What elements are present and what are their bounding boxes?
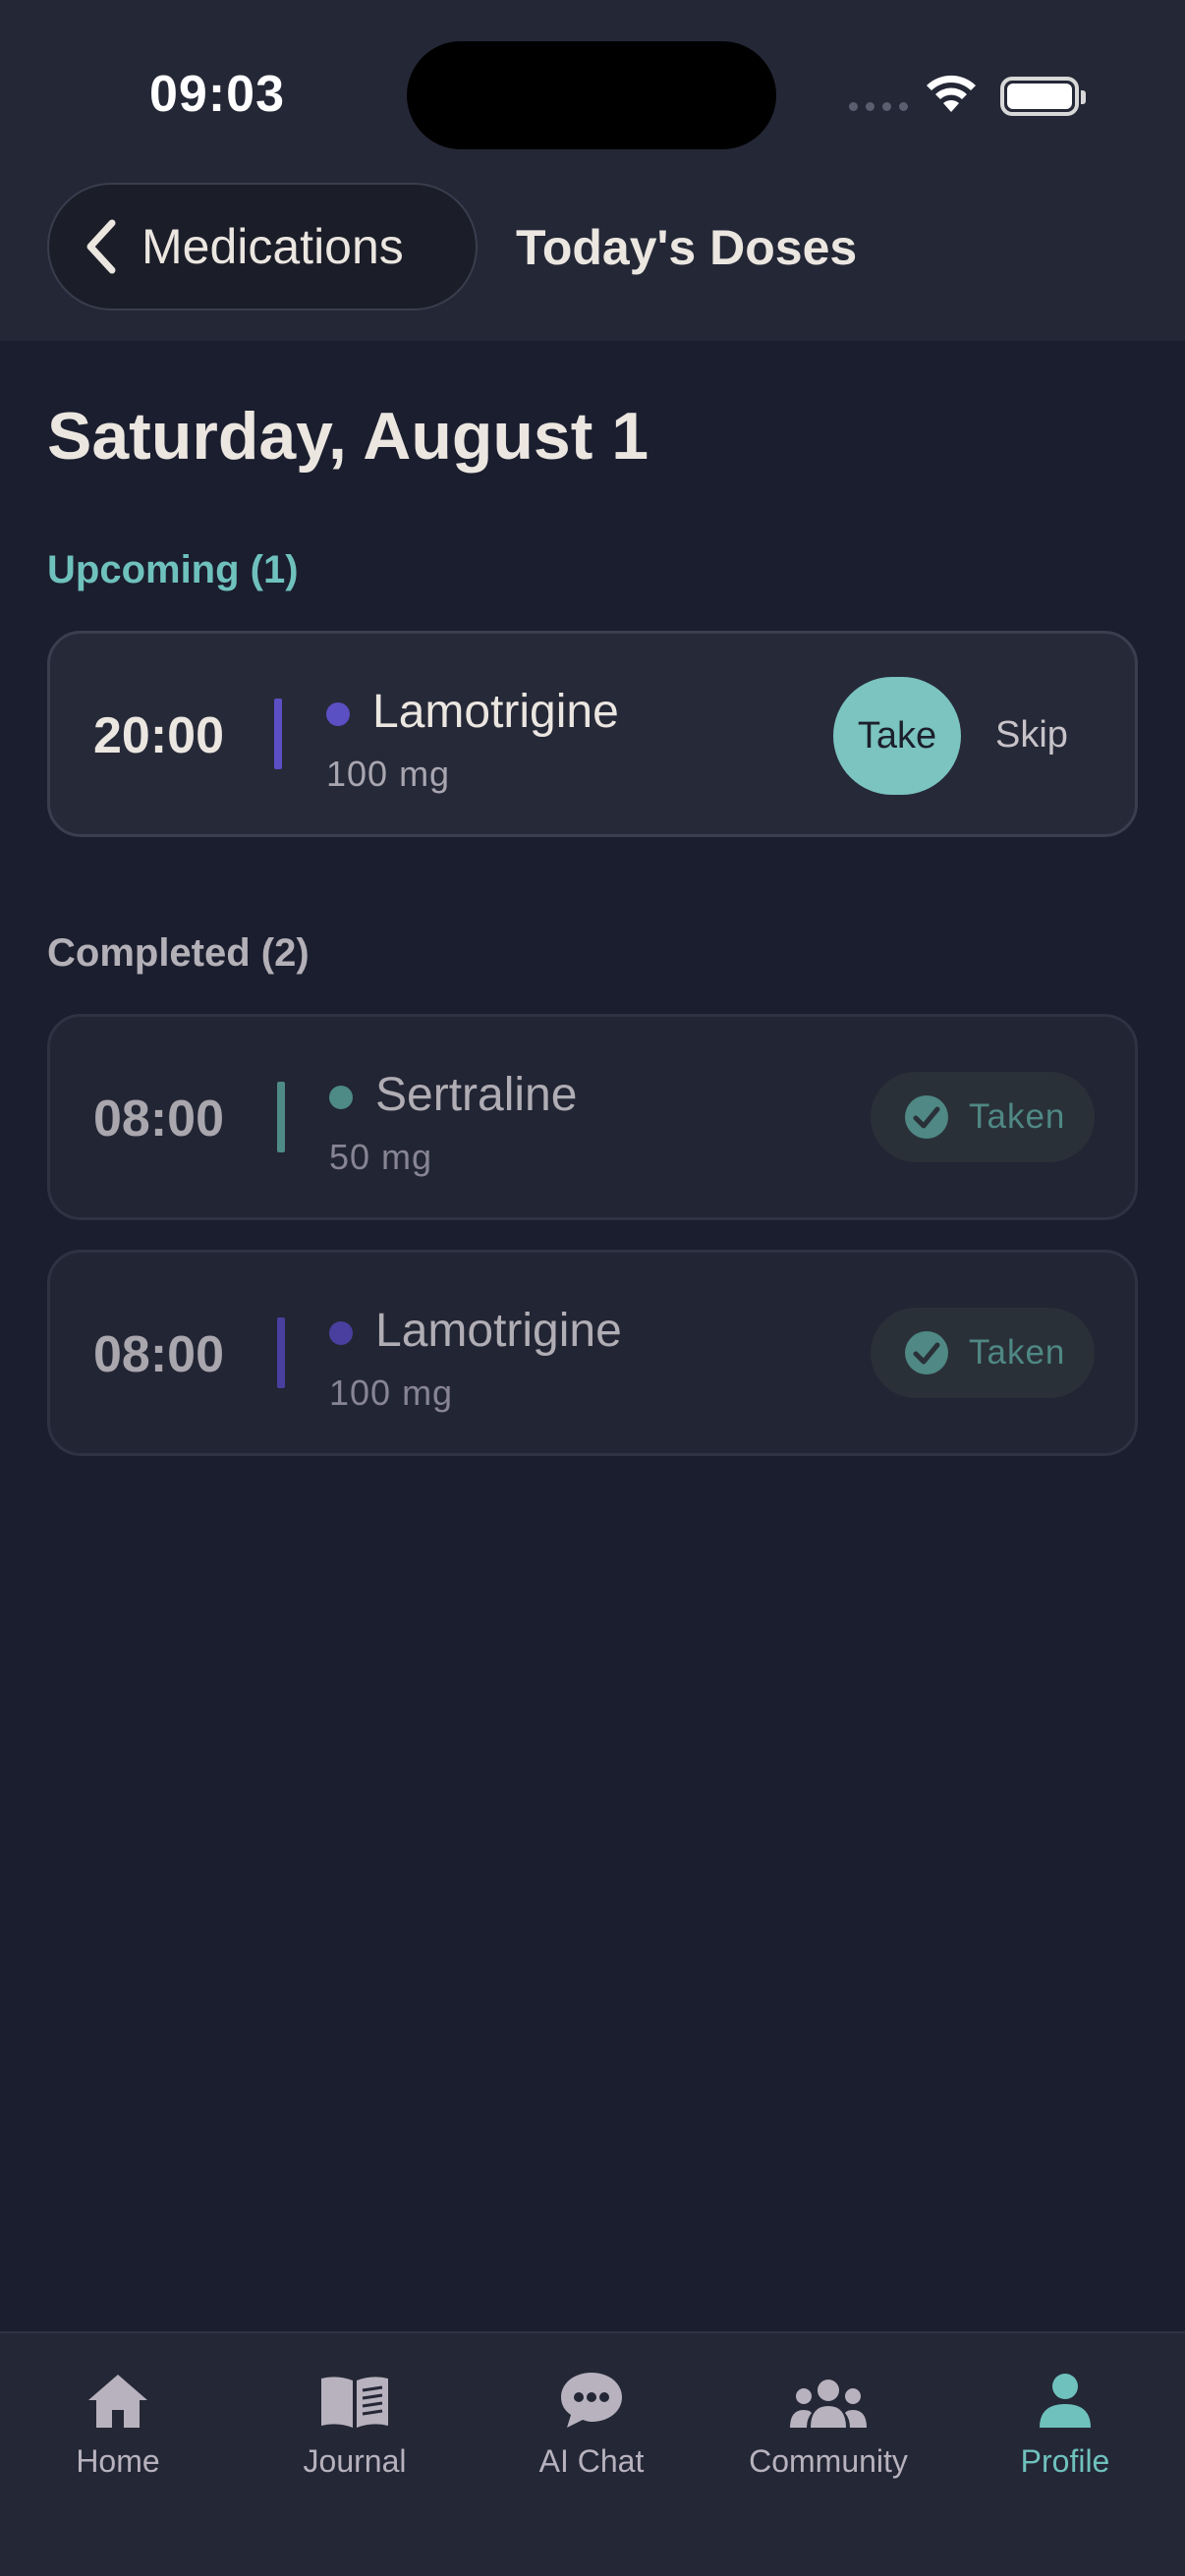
person-icon: [1040, 2374, 1091, 2428]
tab-label: AI Chat: [538, 2443, 645, 2479]
take-button[interactable]: Take: [833, 677, 961, 795]
back-button-label: Medications: [141, 219, 404, 274]
dose-color-dot: [329, 1086, 353, 1109]
wifi-icon: [927, 75, 976, 112]
dose-time: 08:00: [93, 1326, 224, 1383]
taken-badge: Taken: [871, 1072, 1095, 1162]
tab-journal[interactable]: Journal: [247, 2361, 463, 2480]
taken-label: Taken: [969, 1333, 1066, 1372]
tab-label: Community: [749, 2443, 908, 2479]
battery-icon: [1000, 77, 1086, 116]
tab-bar: Home Journal AI Chat Community Profile: [0, 2331, 1185, 2576]
dose-time: 08:00: [93, 1091, 224, 1148]
dose-card-completed: 08:00 Lamotrigine 100 mg Taken: [47, 1250, 1138, 1456]
tab-ai-chat[interactable]: AI Chat: [483, 2361, 700, 2480]
skip-button[interactable]: Skip: [995, 714, 1068, 756]
upcoming-section-label: Upcoming (1): [47, 548, 299, 591]
medication-name: Sertraline: [375, 1069, 578, 1121]
dose-time: 20:00: [93, 707, 224, 764]
tab-home[interactable]: Home: [10, 2361, 226, 2480]
page-title: Today's Doses: [516, 220, 858, 275]
dose-card-completed: 08:00 Sertraline 50 mg Taken: [47, 1014, 1138, 1220]
medication-name: Lamotrigine: [375, 1305, 622, 1357]
screen: 09:03 Medications Today's Doses Saturday…: [0, 0, 1185, 2576]
tab-label: Profile: [1020, 2443, 1110, 2479]
chat-bubble-icon: [561, 2373, 622, 2428]
tab-community[interactable]: Community: [720, 2361, 936, 2480]
check-circle-icon: [905, 1331, 948, 1374]
dynamic-island: [407, 41, 776, 149]
people-icon: [790, 2380, 867, 2428]
dose-color-bar: [277, 1082, 285, 1152]
chevron-left-icon: [86, 219, 116, 274]
dose-color-dot: [329, 1321, 353, 1345]
home-icon: [88, 2375, 147, 2428]
dose-color-dot: [326, 702, 350, 726]
dose-color-bar: [274, 699, 282, 769]
medication-dose: 50 mg: [329, 1137, 433, 1177]
cellular-signal-icon: [849, 102, 908, 111]
taken-badge: Taken: [871, 1308, 1095, 1398]
taken-label: Taken: [969, 1097, 1066, 1136]
back-button[interactable]: Medications: [47, 183, 478, 310]
dose-color-bar: [277, 1317, 285, 1388]
tab-label: Journal: [303, 2443, 407, 2479]
book-icon: [321, 2377, 388, 2428]
medication-dose: 100 mg: [326, 754, 451, 794]
tab-label: Home: [76, 2443, 160, 2479]
check-circle-icon: [905, 1095, 948, 1139]
medication-dose: 100 mg: [329, 1372, 454, 1413]
header: 09:03 Medications Today's Doses: [0, 0, 1185, 341]
date-heading: Saturday, August 1: [47, 399, 649, 474]
dose-card-upcoming: 20:00 Lamotrigine 100 mg Take Skip: [47, 631, 1138, 837]
status-time: 09:03: [149, 66, 285, 123]
tab-profile[interactable]: Profile: [957, 2361, 1173, 2480]
completed-section-label: Completed (2): [47, 931, 310, 975]
medication-name: Lamotrigine: [372, 686, 619, 738]
